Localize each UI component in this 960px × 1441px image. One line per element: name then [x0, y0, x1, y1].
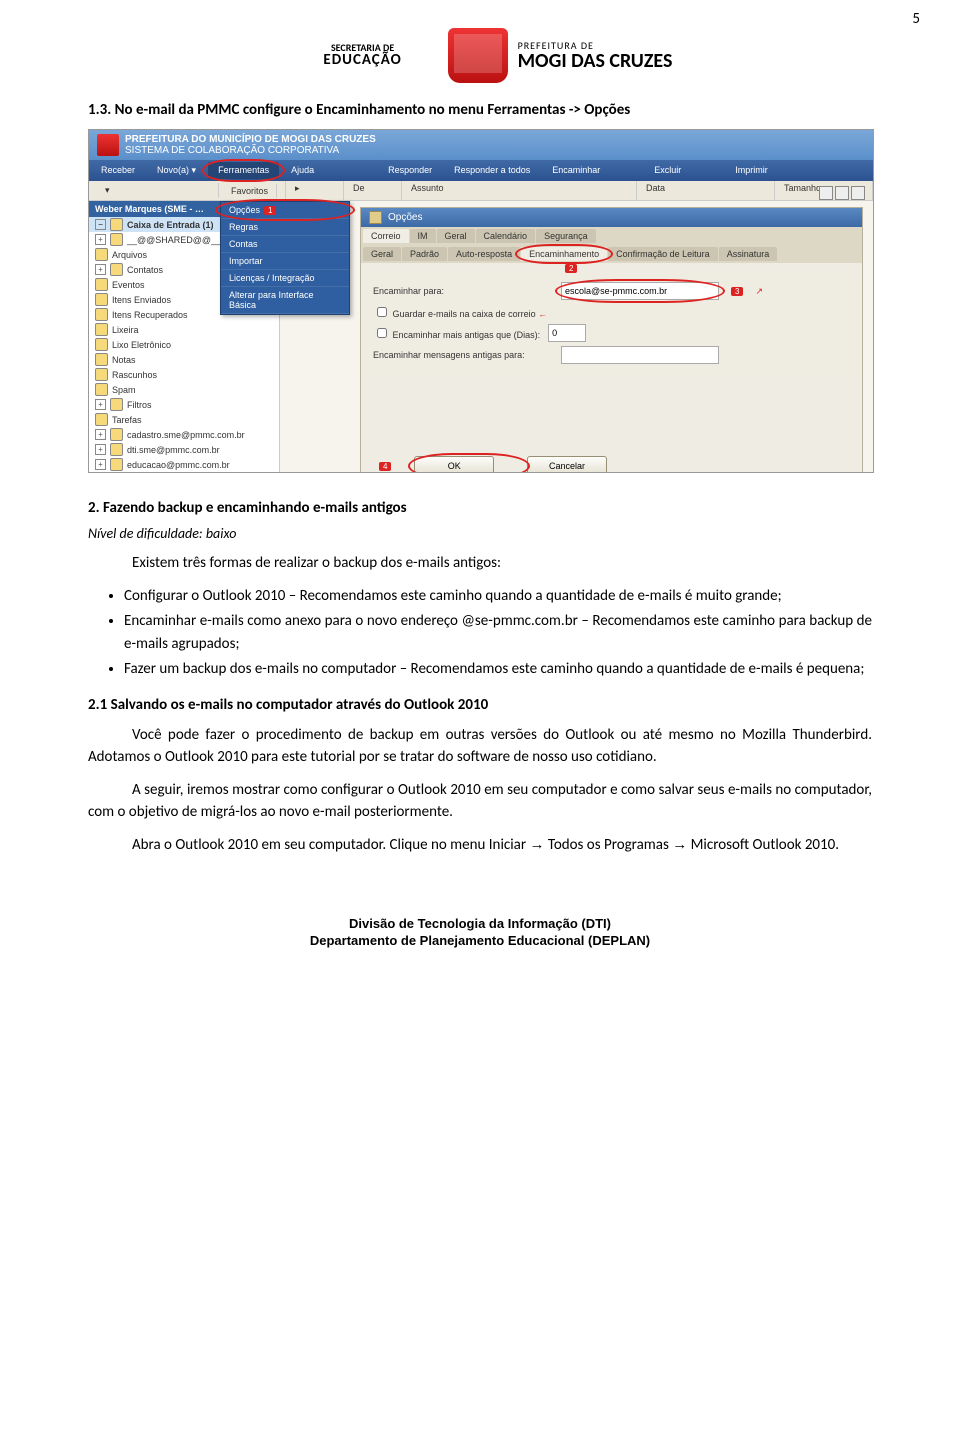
- tb-receber[interactable]: Receber: [91, 162, 145, 179]
- page-number: 5: [912, 10, 920, 28]
- flag-col-icon: ▸: [287, 181, 344, 200]
- options-panel: Opções Correio IM Geral Calendário Segur…: [360, 207, 863, 473]
- tb-imprimir[interactable]: Imprimir: [725, 162, 778, 179]
- tab2-geral[interactable]: Geral: [363, 247, 401, 261]
- tb-ferramentas[interactable]: Ferramentas: [208, 162, 279, 179]
- options-tabs-1: Correio IM Geral Calendário Segurança: [361, 227, 862, 245]
- sidebar-spam[interactable]: Spam: [89, 382, 279, 397]
- paragraph-1: Você pode fazer o procedimento de backup…: [88, 724, 872, 769]
- tb-novo[interactable]: Novo(a) ▾: [147, 162, 206, 179]
- list-item: Fazer um backup dos e-mails no computado…: [124, 658, 872, 681]
- difficulty-label: Nível de dificuldade: baixo: [88, 525, 872, 542]
- city-crest-icon: [448, 28, 508, 83]
- lbl-msg-antigas: Encaminhar mensagens antigas para:: [373, 350, 553, 360]
- menu-opcoes[interactable]: Opções1: [221, 202, 349, 219]
- education-logo: SECRETARIA DE EDUCAÇÃO: [288, 31, 438, 81]
- sidebar-acc3[interactable]: +educacao@pmmc.com.br: [89, 457, 279, 472]
- marker-4: 4: [379, 462, 391, 471]
- tab2-auto[interactable]: Auto-resposta: [448, 247, 520, 261]
- sidebar-rascunhos[interactable]: Rascunhos: [89, 367, 279, 382]
- app-title-2: SISTEMA DE COLABORAÇÃO CORPORATIVA: [125, 145, 376, 156]
- options-title: Opções: [361, 208, 862, 227]
- sidebar-notas[interactable]: Notas: [89, 352, 279, 367]
- sidebar-lixo[interactable]: Lixo Eletrônico: [89, 337, 279, 352]
- app-title-1: PREFEITURA DO MUNICÍPIO DE MOGI DAS CRUZ…: [125, 134, 376, 145]
- sidebar-tarefas[interactable]: Tarefas: [89, 412, 279, 427]
- lbl-antigas: Encaminhar mais antigas que (Dias):: [393, 330, 541, 340]
- paragraph-2: A seguir, iremos mostrar como configurar…: [88, 779, 872, 824]
- btn-cancelar[interactable]: Cancelar: [527, 456, 607, 473]
- arrow-icon: ↗: [755, 286, 763, 297]
- webmail-screenshot: PREFEITURA DO MUNICÍPIO DE MOGI DAS CRUZ…: [88, 129, 874, 473]
- arrow-icon: →: [672, 836, 687, 853]
- sidebar-acc1[interactable]: +cadastro.sme@pmmc.com.br: [89, 427, 279, 442]
- tb-encaminhar[interactable]: Encaminhar: [542, 162, 610, 179]
- app-crest-icon: [97, 134, 119, 156]
- menu-alterar[interactable]: Alterar para Interface Básica: [221, 287, 349, 314]
- tab-im[interactable]: IM: [410, 229, 436, 243]
- tab-calendario[interactable]: Calendário: [476, 229, 536, 243]
- tab2-encaminhamento[interactable]: Encaminhamento: [521, 247, 607, 261]
- backup-methods-list: Configurar o Outlook 2010 – Recomendamos…: [102, 585, 872, 682]
- tb-respondertodos[interactable]: Responder a todos: [444, 162, 540, 179]
- sidebar-acc4[interactable]: +orientadores.sme@pmmc.com.br: [89, 472, 279, 473]
- page-footer: Divisão de Tecnologia da Informação (DTI…: [88, 916, 872, 950]
- letterhead: SECRETARIA DE EDUCAÇÃO PREFEITURA DE MOG…: [88, 28, 872, 83]
- mogi-logo: PREFEITURA DE MOGI DAS CRUZES: [518, 41, 673, 71]
- section-2-1-title: 2.1 Salvando os e-mails no computador at…: [88, 696, 872, 714]
- tab2-padrao[interactable]: Padrão: [402, 247, 447, 261]
- tab-seguranca[interactable]: Segurança: [536, 229, 596, 243]
- options-tabs-2: Geral Padrão Auto-resposta Encaminhament…: [361, 245, 862, 263]
- tab-correio[interactable]: Correio: [363, 229, 409, 243]
- input-msg-antigas[interactable]: [561, 346, 719, 364]
- menu-regras[interactable]: Regras: [221, 219, 349, 236]
- main-toolbar: Receber Novo(a) ▾ Ferramentas Ajuda Resp…: [89, 160, 873, 181]
- btn-ok[interactable]: OK: [414, 456, 494, 473]
- lbl-encaminhar-para: Encaminhar para:: [373, 286, 553, 296]
- columns-header: ▾Favoritos ▸ De Assunto Data Tamanho: [89, 181, 873, 201]
- sidebar-filtros[interactable]: +Filtros: [89, 397, 279, 412]
- marker-2: 2: [565, 264, 577, 273]
- tb-excluir[interactable]: Excluir: [644, 162, 691, 179]
- paragraph-3: Abra o Outlook 2010 em seu computador. C…: [88, 834, 872, 857]
- forward-form: Encaminhar para: 3 ↗ Guardar e-mails na …: [361, 274, 862, 376]
- sidebar-lixeira[interactable]: Lixeira: [89, 322, 279, 337]
- menu-licencas[interactable]: Licenças / Integração: [221, 270, 349, 287]
- tb-ajuda[interactable]: Ajuda: [281, 162, 324, 179]
- section-2-title: 2. Fazendo backup e encaminhando e-mails…: [88, 499, 872, 517]
- tb-responder[interactable]: Responder: [378, 162, 442, 179]
- tab2-assinatura[interactable]: Assinatura: [719, 247, 778, 261]
- chk-antigas[interactable]: [377, 328, 387, 338]
- chk-guardar[interactable]: [377, 307, 387, 317]
- ferramentas-menu: Opções1 Regras Contas Importar Licenças …: [220, 201, 350, 315]
- chevron-down-icon[interactable]: ▾: [97, 183, 219, 198]
- tab2-confirmacao[interactable]: Confirmação de Leitura: [608, 247, 718, 261]
- menu-importar[interactable]: Importar: [221, 253, 349, 270]
- lbl-guardar: Guardar e-mails na caixa de correio: [393, 309, 536, 319]
- menu-contas[interactable]: Contas: [221, 236, 349, 253]
- list-item: Configurar o Outlook 2010 – Recomendamos…: [124, 585, 872, 608]
- input-encaminhar-para[interactable]: [561, 282, 719, 300]
- section-1-3-title: 1.3. No e-mail da PMMC configure o Encam…: [88, 101, 872, 119]
- intro-paragraph: Existem três formas de realizar o backup…: [88, 552, 872, 575]
- window-controls[interactable]: [819, 186, 865, 200]
- list-item: Encaminhar e-mails como anexo para o nov…: [124, 610, 872, 657]
- marker-3: 3: [731, 287, 743, 296]
- arrow-icon: →: [529, 836, 544, 853]
- input-dias[interactable]: [548, 324, 586, 342]
- tab-geral[interactable]: Geral: [437, 229, 475, 243]
- sidebar-acc2[interactable]: +dti.sme@pmmc.com.br: [89, 442, 279, 457]
